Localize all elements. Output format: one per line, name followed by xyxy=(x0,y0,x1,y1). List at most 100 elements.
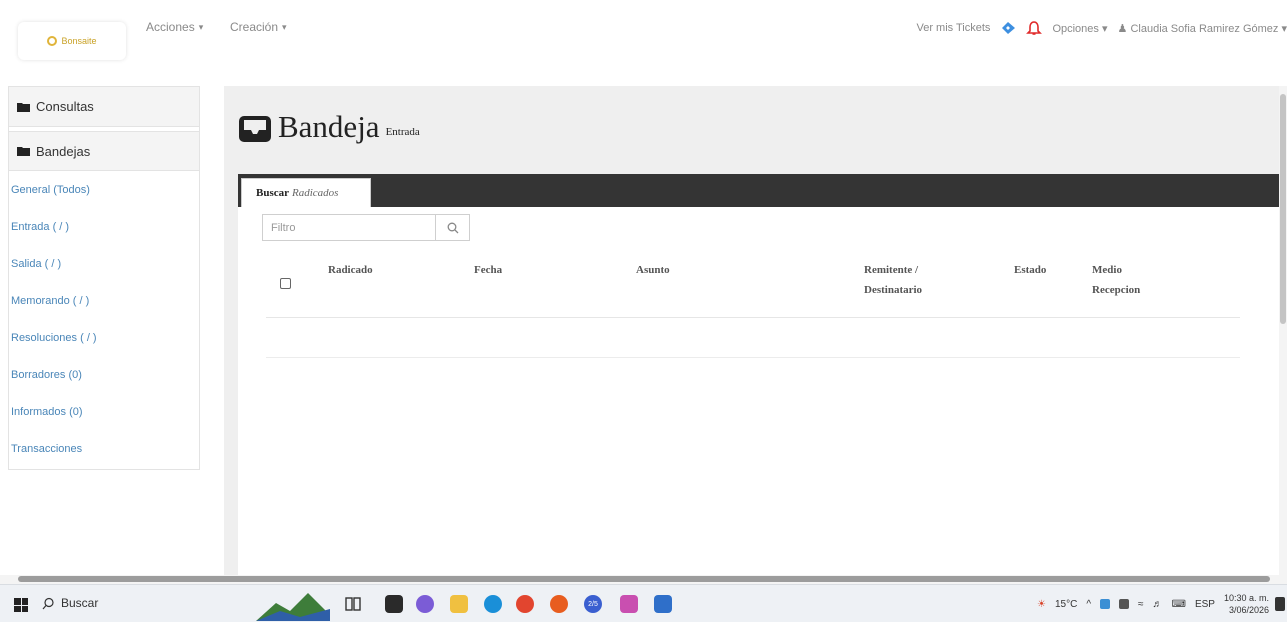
inbox-panel: Buscar Radicados Radicado xyxy=(238,174,1280,578)
taskbar: Buscar 2/5 ☀ 15°C ^ ≈ ♬ ⌨ ESP 10:30 a. m… xyxy=(0,584,1287,622)
column-header-label: Destinatario xyxy=(864,284,923,296)
page-title: Bandeja Entrada xyxy=(238,110,420,144)
inbox-icon xyxy=(239,116,271,142)
search-button[interactable] xyxy=(435,215,469,240)
select-all-checkbox[interactable] xyxy=(280,278,291,289)
sidebar-item-entrada[interactable]: Entrada ( / ) xyxy=(9,212,199,249)
tab-label-bold: Buscar xyxy=(256,187,289,199)
user-menu[interactable]: ♟ Claudia Sofia Ramirez Gómez ▾ xyxy=(1118,22,1287,35)
weather-icon[interactable]: ☀ xyxy=(1037,599,1046,610)
menu-creacion-label: Creación xyxy=(230,20,279,34)
opciones-menu[interactable]: Opciones ▾ xyxy=(1052,22,1107,35)
bell-icon[interactable] xyxy=(1026,20,1043,36)
sidebar-header-label: Consultas xyxy=(36,99,94,114)
sidebar-item-resoluciones[interactable]: Resoluciones ( / ) xyxy=(9,323,199,360)
sidebar-links: General (Todos) Entrada ( / ) Salida ( /… xyxy=(9,171,199,471)
keyboard-icon[interactable]: ⌨ xyxy=(1172,599,1186,610)
column-header-label: Estado xyxy=(1014,264,1047,276)
menu-acciones-label: Acciones xyxy=(146,20,195,34)
chevron-down-icon: ▾ xyxy=(1281,22,1287,35)
sidebar-item-salida[interactable]: Salida ( / ) xyxy=(9,249,199,286)
column-header-estado[interactable]: Estado xyxy=(1014,260,1046,280)
task-view-icon[interactable] xyxy=(344,595,362,613)
user-name: Claudia Sofia Ramirez Gómez xyxy=(1130,22,1279,35)
onedrive-icon[interactable] xyxy=(1119,599,1130,609)
weather-temp[interactable]: 15°C xyxy=(1055,599,1077,610)
notification-icon[interactable] xyxy=(1275,597,1285,611)
main-content: Bandeja Entrada Buscar Radicados Filtro … xyxy=(224,86,1287,578)
column-header-label: Asunto xyxy=(636,264,670,276)
app-icon-store[interactable] xyxy=(654,595,672,613)
column-header-remitente[interactable]: Remitente / Destinatario xyxy=(864,260,922,300)
page-title-text: Bandeja xyxy=(278,109,380,144)
scroll-thumb[interactable] xyxy=(18,576,1270,582)
chevron-down-icon: ▾ xyxy=(1101,22,1108,35)
table-empty-row xyxy=(266,318,1240,358)
menu-acciones[interactable]: Acciones ▾ xyxy=(146,20,203,34)
logo-icon xyxy=(47,36,58,46)
taskbar-search-label: Buscar xyxy=(61,596,99,610)
sidebar-header-label: Bandejas xyxy=(36,143,91,159)
column-header-label: Medio xyxy=(1092,264,1122,276)
column-header-radicado[interactable]: Radicado xyxy=(328,260,373,280)
tab-bar: Buscar Radicados xyxy=(238,174,1280,207)
sidebar-item-informados[interactable]: Informados (0) xyxy=(9,397,199,434)
column-header-fecha[interactable]: Fecha xyxy=(474,260,502,280)
page-subtitle: Entrada xyxy=(385,126,420,138)
taskbar-search[interactable]: Buscar xyxy=(42,596,98,610)
user-icon: ♟ xyxy=(1117,22,1128,35)
tab-buscar-radicados[interactable]: Buscar Radicados xyxy=(241,178,371,207)
sidebar-item-memorando[interactable]: Memorando ( / ) xyxy=(9,286,199,323)
chevron-down-icon: ▾ xyxy=(198,21,204,32)
horizontal-scrollbar[interactable] xyxy=(0,575,1287,584)
app-icon-edge[interactable] xyxy=(484,595,502,613)
sidebar-item-transacciones[interactable]: Transacciones xyxy=(9,434,199,471)
top-navbar: Bonsaite Acciones ▾ Creación ▾ Ver mis T… xyxy=(0,0,1287,72)
folder-icon xyxy=(17,147,30,156)
app-icon-firefox[interactable] xyxy=(550,595,568,613)
sidebar-item-general[interactable]: General (Todos) xyxy=(9,175,199,212)
volume-icon[interactable]: ♬ xyxy=(1153,599,1163,610)
opciones-label: Opciones xyxy=(1052,22,1099,35)
windows-start-icon[interactable] xyxy=(14,598,28,612)
system-tray: ☀ 15°C ^ ≈ ♬ ⌨ ESP 10:30 a. m. 3/06/2026 xyxy=(1037,592,1269,616)
search-icon xyxy=(42,597,54,609)
landscape-widget-icon[interactable] xyxy=(256,589,330,621)
app-icon-chrome[interactable] xyxy=(516,595,534,613)
column-header-label: Remitente / xyxy=(864,264,919,276)
folder-icon xyxy=(17,102,30,112)
chevron-up-icon[interactable]: ^ xyxy=(1086,599,1091,610)
wifi-icon[interactable]: ≈ xyxy=(1138,599,1144,610)
column-header-label: Recepcion xyxy=(1092,284,1141,296)
taskbar-clock[interactable]: 10:30 a. m. 3/06/2026 xyxy=(1224,592,1269,616)
scroll-thumb[interactable] xyxy=(1280,94,1286,324)
column-header-medio-recepcion[interactable]: Medio Recepcion xyxy=(1092,260,1140,300)
filter-box xyxy=(262,214,470,241)
tickets-link[interactable]: Ver mis Tickets xyxy=(916,22,990,34)
column-header-label: Radicado xyxy=(328,264,373,276)
app-icon-explorer[interactable] xyxy=(450,595,468,613)
sidebar-header-consultas[interactable]: Consultas xyxy=(9,87,199,127)
column-header-asunto[interactable]: Asunto xyxy=(636,260,670,280)
filter-input[interactable] xyxy=(263,215,435,240)
app-icon-copilot[interactable] xyxy=(416,595,434,613)
clock-time: 10:30 a. m. xyxy=(1223,593,1269,603)
tab-label-italic: Radicados xyxy=(292,187,339,199)
column-header-label: Fecha xyxy=(474,264,503,276)
table-header: Radicado Fecha Asunto Remitente / Destin… xyxy=(266,254,1240,318)
app-logo[interactable]: Bonsaite xyxy=(18,22,126,60)
vertical-scrollbar[interactable] xyxy=(1279,86,1287,578)
ticket-icon[interactable] xyxy=(1000,21,1016,35)
chevron-down-icon: ▾ xyxy=(282,21,287,32)
network-icon[interactable] xyxy=(1100,599,1111,609)
app-icon-terminal[interactable] xyxy=(385,595,403,613)
sidebar-header-bandejas[interactable]: Bandejas xyxy=(9,131,199,171)
menu-creacion[interactable]: Creación ▾ xyxy=(230,20,287,34)
logo-text: Bonsaite xyxy=(61,36,97,46)
app-icon-photos[interactable] xyxy=(620,595,638,613)
clock-date: 3/06/2026 xyxy=(1228,605,1269,615)
sidebar-item-borradores[interactable]: Borradores (0) xyxy=(9,360,199,397)
app-icon-badge[interactable]: 2/5 xyxy=(584,595,602,613)
language-indicator[interactable]: ESP xyxy=(1195,599,1215,610)
sidebar: Consultas Bandejas General (Todos) Entra… xyxy=(8,86,200,470)
